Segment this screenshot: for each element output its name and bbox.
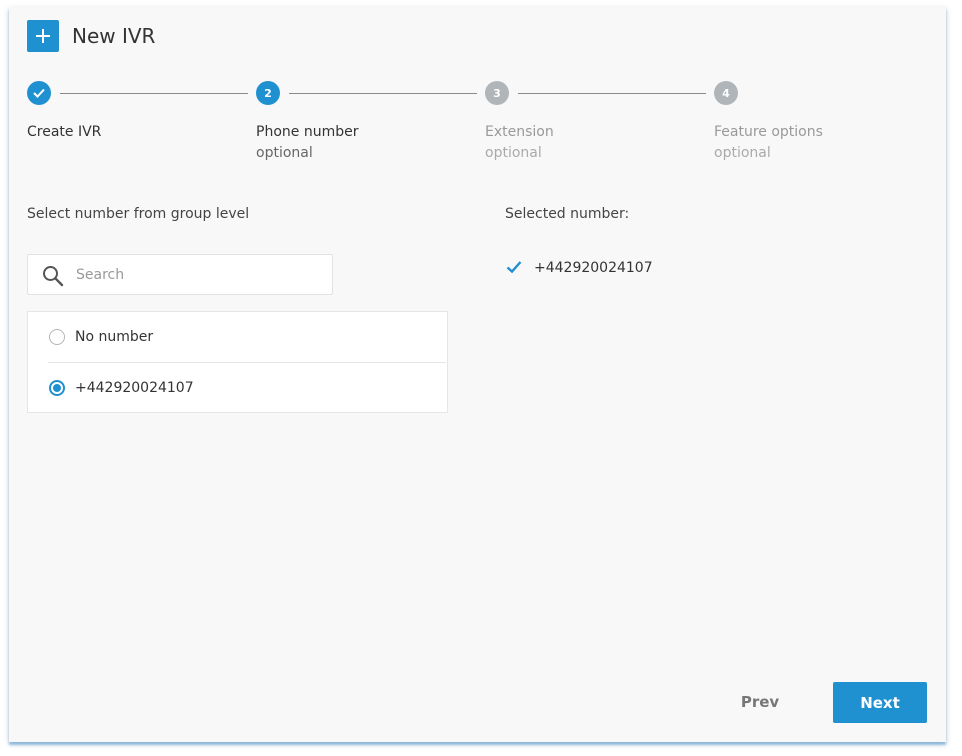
next-button[interactable]: Next <box>833 682 927 723</box>
step-3-marker: 3 <box>485 81 509 105</box>
select-number-label: Select number from group level <box>27 206 250 222</box>
search-input[interactable] <box>76 255 326 294</box>
check-icon <box>506 261 522 274</box>
step-connector <box>289 93 477 94</box>
step-4-label: Feature options <box>714 124 823 140</box>
plus-icon[interactable] <box>27 20 59 52</box>
number-list: No number +442920024107 <box>27 311 448 413</box>
step-2-marker: 2 <box>256 81 280 105</box>
list-item-no-number[interactable]: No number <box>28 312 447 362</box>
new-ivr-dialog: New IVR 2 3 4 Create IVR Phone number op… <box>9 7 946 742</box>
selected-number-label: Selected number: <box>505 206 630 222</box>
step-connector <box>518 93 706 94</box>
step-2-sub: optional <box>256 145 313 161</box>
step-4-marker: 4 <box>714 81 738 105</box>
plus-icon-glyph <box>36 29 50 43</box>
search-icon <box>43 266 64 287</box>
step-connector <box>60 93 248 94</box>
list-item-label: +442920024107 <box>75 380 194 396</box>
list-item-label: No number <box>75 329 154 345</box>
prev-button[interactable]: Prev <box>724 683 796 721</box>
step-3-label: Extension <box>485 124 554 140</box>
step-1-check-icon <box>27 81 51 105</box>
step-1-label: Create IVR <box>27 124 102 140</box>
step-3-sub: optional <box>485 145 542 161</box>
search-box <box>27 254 333 295</box>
page-title: New IVR <box>72 24 156 48</box>
radio-phone-number[interactable] <box>49 380 65 396</box>
list-item-phone-number[interactable]: +442920024107 <box>28 363 447 413</box>
step-2-label: Phone number <box>256 124 359 140</box>
selected-number-value: +442920024107 <box>534 260 653 276</box>
step-4-sub: optional <box>714 145 771 161</box>
radio-no-number[interactable] <box>49 329 65 345</box>
